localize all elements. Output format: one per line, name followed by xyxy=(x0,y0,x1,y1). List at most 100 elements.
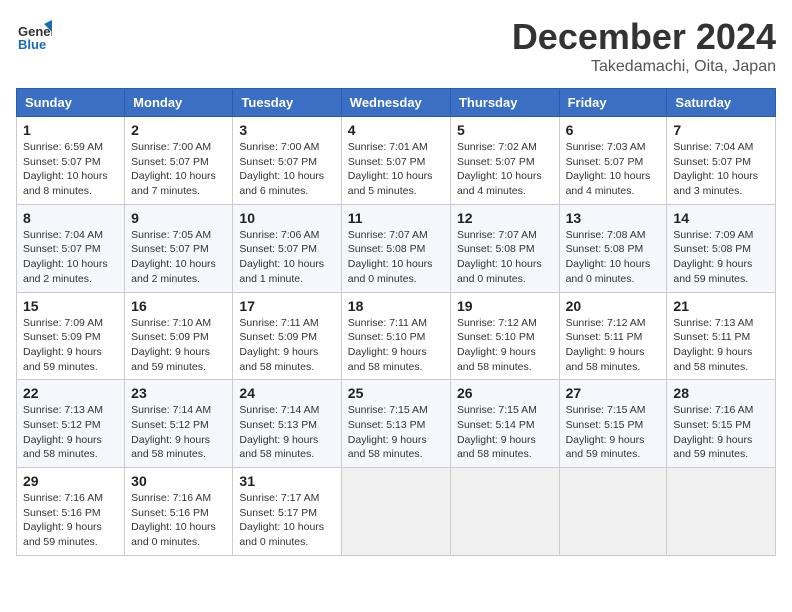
day-number: 21 xyxy=(673,298,769,314)
day-number: 30 xyxy=(131,473,226,489)
day-number: 22 xyxy=(23,385,118,401)
calendar-cell: 16 Sunrise: 7:10 AMSunset: 5:09 PMDayligh… xyxy=(125,292,233,380)
calendar-cell: 31 Sunrise: 7:17 AMSunset: 5:17 PMDayligh… xyxy=(233,468,341,556)
calendar-cell: 28 Sunrise: 7:16 AMSunset: 5:15 PMDayligh… xyxy=(667,380,776,468)
day-number: 18 xyxy=(348,298,444,314)
day-info: Sunrise: 7:00 AMSunset: 5:07 PMDaylight:… xyxy=(131,140,226,199)
day-info: Sunrise: 7:14 AMSunset: 5:13 PMDaylight:… xyxy=(239,403,334,462)
day-number: 23 xyxy=(131,385,226,401)
calendar-cell: 22Sunrise: 7:13 AMSunset: 5:12 PMDayligh… xyxy=(17,380,125,468)
calendar-cell: 9Sunrise: 7:05 AMSunset: 5:07 PMDaylight… xyxy=(125,204,233,292)
title-block: December 2024 Takedamachi, Oita, Japan xyxy=(512,16,776,76)
day-info: Sunrise: 7:10 AMSunset: 5:09 PMDaylight:… xyxy=(131,316,226,375)
calendar-cell xyxy=(450,468,559,556)
day-number: 5 xyxy=(457,122,553,138)
day-info: Sunrise: 7:17 AMSunset: 5:17 PMDaylight:… xyxy=(239,491,334,550)
week-row-1: 1Sunrise: 6:59 AMSunset: 5:07 PMDaylight… xyxy=(17,117,776,205)
day-info: Sunrise: 7:15 AMSunset: 5:13 PMDaylight:… xyxy=(348,403,444,462)
calendar-cell: 3Sunrise: 7:00 AMSunset: 5:07 PMDaylight… xyxy=(233,117,341,205)
calendar-cell: 24Sunrise: 7:14 AMSunset: 5:13 PMDayligh… xyxy=(233,380,341,468)
day-number: 26 xyxy=(457,385,553,401)
day-number: 8 xyxy=(23,210,118,226)
day-info: Sunrise: 7:04 AMSunset: 5:07 PMDaylight:… xyxy=(673,140,769,199)
calendar-cell: 8 Sunrise: 7:04 AMSunset: 5:07 PMDaylight… xyxy=(17,204,125,292)
weekday-header-sunday: Sunday xyxy=(17,89,125,117)
day-info: Sunrise: 7:09 AMSunset: 5:08 PMDaylight:… xyxy=(673,228,769,287)
day-number: 25 xyxy=(348,385,444,401)
day-info: Sunrise: 6:59 AMSunset: 5:07 PMDaylight:… xyxy=(23,140,118,199)
logo-icon: General Blue xyxy=(16,16,52,52)
location: Takedamachi, Oita, Japan xyxy=(512,58,776,76)
day-number: 13 xyxy=(566,210,661,226)
day-info: Sunrise: 7:03 AMSunset: 5:07 PMDaylight:… xyxy=(566,140,661,199)
day-number: 27 xyxy=(566,385,661,401)
calendar-cell: 14 Sunrise: 7:09 AMSunset: 5:08 PMDayligh… xyxy=(667,204,776,292)
weekday-header-row: SundayMondayTuesdayWednesdayThursdayFrid… xyxy=(17,89,776,117)
calendar-cell: 25 Sunrise: 7:15 AMSunset: 5:13 PMDayligh… xyxy=(341,380,450,468)
calendar-cell: 4 Sunrise: 7:01 AMSunset: 5:07 PMDaylight… xyxy=(341,117,450,205)
calendar-cell: 11 Sunrise: 7:07 AMSunset: 5:08 PMDayligh… xyxy=(341,204,450,292)
day-number: 19 xyxy=(457,298,553,314)
day-info: Sunrise: 7:01 AMSunset: 5:07 PMDaylight:… xyxy=(348,140,444,199)
calendar-cell xyxy=(559,468,667,556)
calendar-cell: 10 Sunrise: 7:06 AMSunset: 5:07 PMDayligh… xyxy=(233,204,341,292)
calendar-cell: 21 Sunrise: 7:13 AMSunset: 5:11 PMDayligh… xyxy=(667,292,776,380)
weekday-header-wednesday: Wednesday xyxy=(341,89,450,117)
day-info: Sunrise: 7:08 AMSunset: 5:08 PMDaylight:… xyxy=(566,228,661,287)
day-info: Sunrise: 7:07 AMSunset: 5:08 PMDaylight:… xyxy=(457,228,553,287)
day-number: 10 xyxy=(239,210,334,226)
weekday-header-monday: Monday xyxy=(125,89,233,117)
week-row-3: 15 Sunrise: 7:09 AMSunset: 5:09 PMDayligh… xyxy=(17,292,776,380)
calendar-cell: 18 Sunrise: 7:11 AMSunset: 5:10 PMDayligh… xyxy=(341,292,450,380)
day-info: Sunrise: 7:02 AMSunset: 5:07 PMDaylight:… xyxy=(457,140,553,199)
weekday-header-saturday: Saturday xyxy=(667,89,776,117)
day-number: 31 xyxy=(239,473,334,489)
week-row-5: 29 Sunrise: 7:16 AMSunset: 5:16 PMDayligh… xyxy=(17,468,776,556)
day-number: 4 xyxy=(348,122,444,138)
day-info: Sunrise: 7:11 AMSunset: 5:09 PMDaylight:… xyxy=(239,316,334,375)
calendar-cell: 29 Sunrise: 7:16 AMSunset: 5:16 PMDayligh… xyxy=(17,468,125,556)
day-info: Sunrise: 7:00 AMSunset: 5:07 PMDaylight:… xyxy=(239,140,334,199)
calendar-cell: 23 Sunrise: 7:14 AMSunset: 5:12 PMDayligh… xyxy=(125,380,233,468)
day-number: 11 xyxy=(348,210,444,226)
day-number: 14 xyxy=(673,210,769,226)
month-title: December 2024 xyxy=(512,16,776,58)
day-number: 16 xyxy=(131,298,226,314)
calendar-cell xyxy=(667,468,776,556)
page-header: General Blue December 2024 Takedamachi, … xyxy=(16,16,776,76)
calendar-cell: 2 Sunrise: 7:00 AMSunset: 5:07 PMDaylight… xyxy=(125,117,233,205)
calendar-cell: 1Sunrise: 6:59 AMSunset: 5:07 PMDaylight… xyxy=(17,117,125,205)
day-info: Sunrise: 7:07 AMSunset: 5:08 PMDaylight:… xyxy=(348,228,444,287)
day-info: Sunrise: 7:04 AMSunset: 5:07 PMDaylight:… xyxy=(23,228,118,287)
weekday-header-friday: Friday xyxy=(559,89,667,117)
day-number: 29 xyxy=(23,473,118,489)
day-info: Sunrise: 7:12 AMSunset: 5:11 PMDaylight:… xyxy=(566,316,661,375)
week-row-4: 22Sunrise: 7:13 AMSunset: 5:12 PMDayligh… xyxy=(17,380,776,468)
calendar-cell: 12Sunrise: 7:07 AMSunset: 5:08 PMDayligh… xyxy=(450,204,559,292)
calendar-cell: 27Sunrise: 7:15 AMSunset: 5:15 PMDayligh… xyxy=(559,380,667,468)
calendar-cell: 6 Sunrise: 7:03 AMSunset: 5:07 PMDaylight… xyxy=(559,117,667,205)
day-number: 20 xyxy=(566,298,661,314)
calendar-cell: 5 Sunrise: 7:02 AMSunset: 5:07 PMDaylight… xyxy=(450,117,559,205)
day-info: Sunrise: 7:11 AMSunset: 5:10 PMDaylight:… xyxy=(348,316,444,375)
day-number: 6 xyxy=(566,122,661,138)
calendar-cell: 20 Sunrise: 7:12 AMSunset: 5:11 PMDayligh… xyxy=(559,292,667,380)
day-number: 15 xyxy=(23,298,118,314)
calendar-cell: 15 Sunrise: 7:09 AMSunset: 5:09 PMDayligh… xyxy=(17,292,125,380)
day-info: Sunrise: 7:15 AMSunset: 5:14 PMDaylight:… xyxy=(457,403,553,462)
day-info: Sunrise: 7:06 AMSunset: 5:07 PMDaylight:… xyxy=(239,228,334,287)
day-number: 17 xyxy=(239,298,334,314)
day-info: Sunrise: 7:09 AMSunset: 5:09 PMDaylight:… xyxy=(23,316,118,375)
day-info: Sunrise: 7:16 AMSunset: 5:16 PMDaylight:… xyxy=(23,491,118,550)
calendar-table: SundayMondayTuesdayWednesdayThursdayFrid… xyxy=(16,88,776,556)
calendar-cell: 17 Sunrise: 7:11 AMSunset: 5:09 PMDayligh… xyxy=(233,292,341,380)
day-info: Sunrise: 7:14 AMSunset: 5:12 PMDaylight:… xyxy=(131,403,226,462)
day-info: Sunrise: 7:16 AMSunset: 5:16 PMDaylight:… xyxy=(131,491,226,550)
day-number: 7 xyxy=(673,122,769,138)
day-info: Sunrise: 7:16 AMSunset: 5:15 PMDaylight:… xyxy=(673,403,769,462)
day-number: 28 xyxy=(673,385,769,401)
day-number: 2 xyxy=(131,122,226,138)
day-info: Sunrise: 7:13 AMSunset: 5:11 PMDaylight:… xyxy=(673,316,769,375)
logo: General Blue xyxy=(16,16,56,52)
calendar-body: 1Sunrise: 6:59 AMSunset: 5:07 PMDaylight… xyxy=(17,117,776,556)
